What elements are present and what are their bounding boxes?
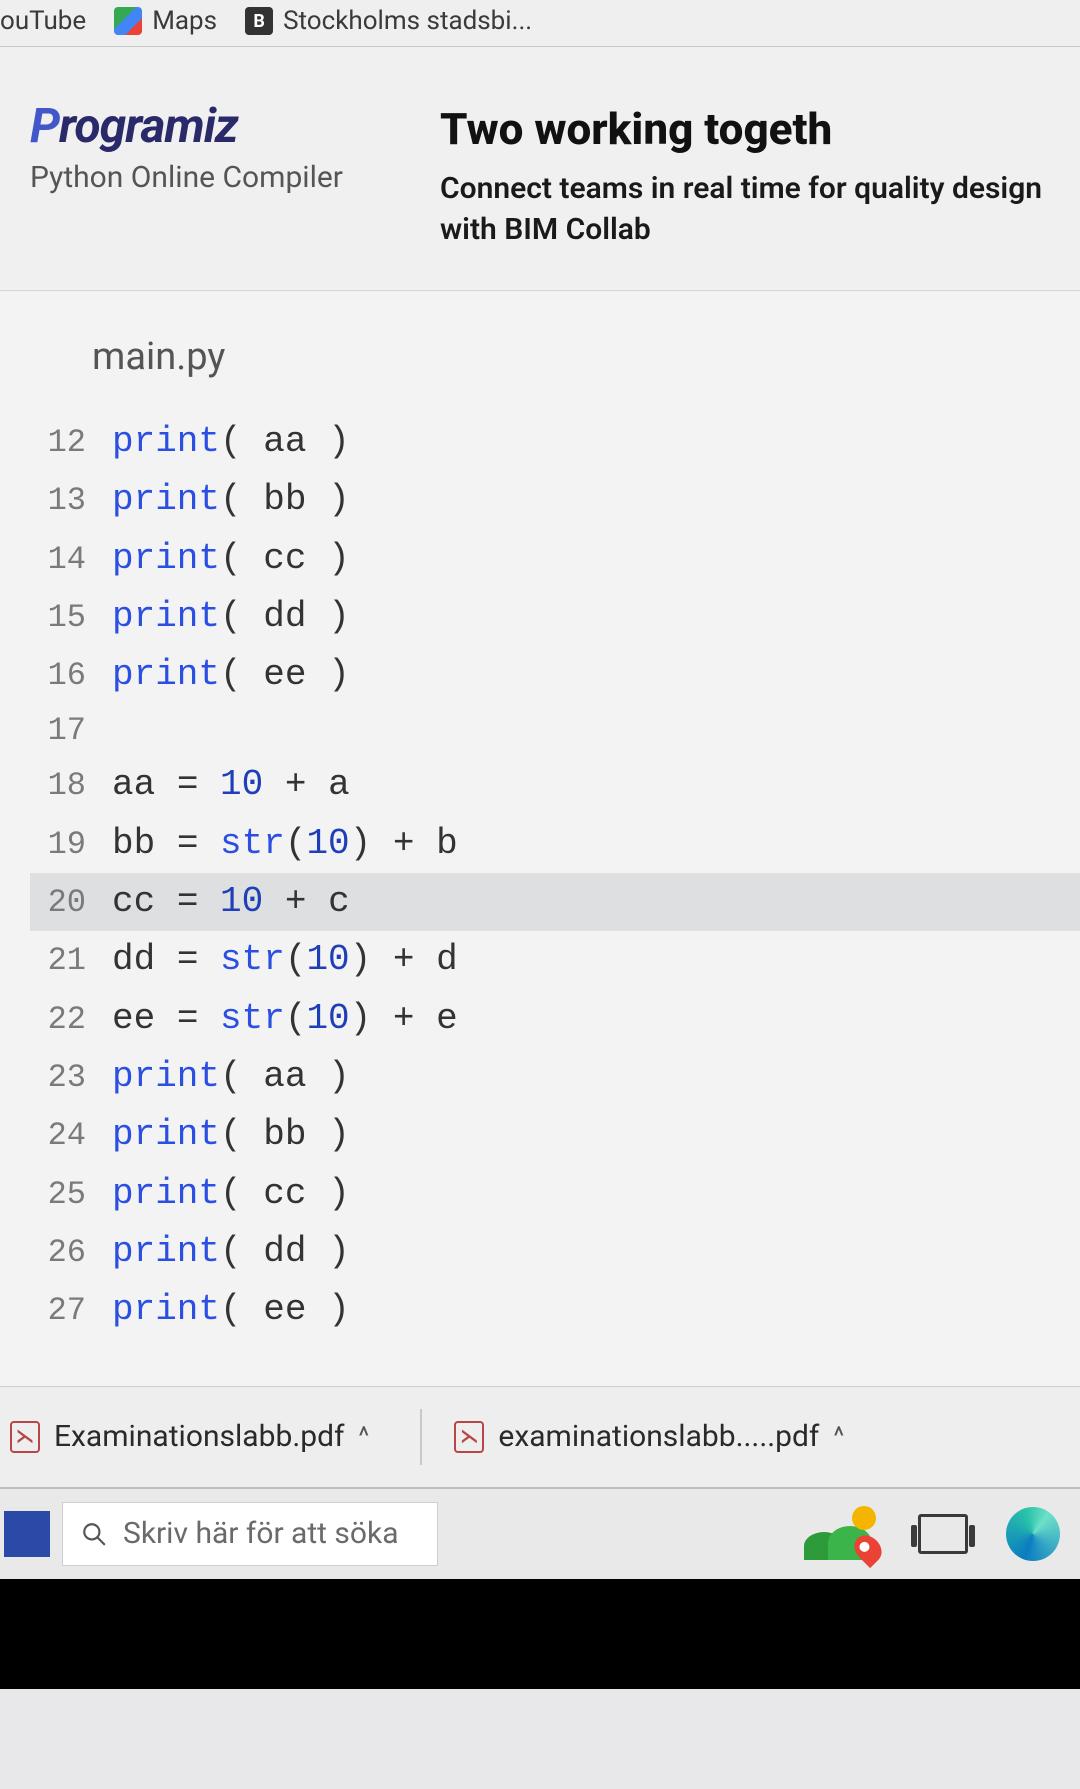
- chevron-up-icon[interactable]: ^: [358, 1422, 388, 1452]
- code-line[interactable]: 18aa = 10 + a: [30, 756, 1080, 814]
- start-button[interactable]: [4, 1511, 50, 1557]
- download-item[interactable]: ⋋ examinationslabb.....pdf ^: [454, 1419, 863, 1454]
- ad-body: Connect teams in real time for quality d…: [440, 169, 1080, 250]
- downloads-bar: ⋋ Examinationslabb.pdf ^ ⋋ examinationsl…: [0, 1386, 1080, 1487]
- code-content: aa = 10 + a: [112, 756, 350, 814]
- maps-icon: [114, 7, 142, 35]
- taskbar-search[interactable]: Skriv här för att söka: [62, 1502, 438, 1566]
- code-line[interactable]: 25print( cc ): [30, 1165, 1080, 1223]
- code-content: bb = str(10) + b: [112, 815, 458, 873]
- code-content: dd = str(10) + d: [112, 931, 458, 989]
- line-number: 24: [34, 1110, 112, 1162]
- code-content: print( cc ): [112, 1165, 350, 1223]
- pdf-icon: ⋋: [454, 1421, 484, 1453]
- bookmark-label: Maps: [152, 6, 217, 36]
- line-number: 22: [34, 994, 112, 1046]
- code-content: print( cc ): [112, 530, 350, 588]
- code-line[interactable]: 13print( bb ): [30, 471, 1080, 529]
- divider: [420, 1409, 422, 1465]
- brand-logo-rest: rogramiz: [59, 97, 238, 154]
- line-number: 14: [34, 534, 112, 586]
- brand-subtitle: Python Online Compiler: [30, 160, 440, 195]
- code-content: print( aa ): [112, 1048, 350, 1106]
- brand-logo-p: P: [30, 97, 59, 154]
- code-content: cc = 10 + c: [112, 873, 350, 931]
- code-content: print( ee ): [112, 646, 350, 704]
- code-content: ee = str(10) + e: [112, 990, 458, 1048]
- code-line[interactable]: 22ee = str(10) + e: [30, 990, 1080, 1048]
- code-line[interactable]: 14print( cc ): [30, 530, 1080, 588]
- code-content: print( aa ): [112, 413, 350, 471]
- code-content: print( ee ): [112, 1281, 350, 1339]
- library-icon: B: [245, 7, 273, 35]
- line-number: 17: [34, 705, 112, 757]
- edge-browser-icon[interactable]: [1006, 1507, 1060, 1561]
- code-content: print( bb ): [112, 471, 350, 529]
- advertisement[interactable]: Two working togeth Connect teams in real…: [440, 97, 1080, 250]
- code-content: print( dd ): [112, 1223, 350, 1281]
- line-number: 13: [34, 475, 112, 527]
- brand-logo[interactable]: Programiz: [30, 97, 440, 154]
- bookmark-youtube[interactable]: ouTube: [0, 6, 86, 36]
- bookmarks-bar: ouTube Maps B Stockholms stadsbi...: [0, 0, 1080, 47]
- line-number: 16: [34, 650, 112, 702]
- download-item[interactable]: ⋋ Examinationslabb.pdf ^: [10, 1419, 388, 1454]
- code-line[interactable]: 20cc = 10 + c: [30, 873, 1080, 931]
- line-number: 25: [34, 1169, 112, 1221]
- code-line[interactable]: 17: [30, 705, 1080, 757]
- editor-filename: main.py: [30, 331, 1080, 413]
- code-editor[interactable]: main.py 12print( aa )13print( bb )14prin…: [0, 291, 1080, 1386]
- pdf-icon: ⋋: [10, 1421, 40, 1453]
- line-number: 19: [34, 819, 112, 871]
- page-header: Programiz Python Online Compiler Two wor…: [0, 47, 1080, 291]
- weather-widget[interactable]: [800, 1506, 888, 1562]
- line-number: 23: [34, 1052, 112, 1104]
- code-line[interactable]: 15print( dd ): [30, 588, 1080, 646]
- search-placeholder: Skriv här för att söka: [123, 1516, 399, 1551]
- code-content: print( bb ): [112, 1106, 350, 1164]
- line-number: 21: [34, 935, 112, 987]
- download-filename: examinationslabb.....pdf: [498, 1419, 819, 1454]
- line-number: 12: [34, 417, 112, 469]
- code-line[interactable]: 16print( ee ): [30, 646, 1080, 704]
- line-number: 18: [34, 760, 112, 812]
- search-icon: [81, 1521, 107, 1547]
- code-line[interactable]: 27print( ee ): [30, 1281, 1080, 1339]
- line-number: 20: [34, 877, 112, 929]
- line-number: 27: [34, 1285, 112, 1337]
- bookmark-maps[interactable]: Maps: [114, 6, 217, 36]
- taskbar: Skriv här för att söka: [0, 1487, 1080, 1579]
- code-line[interactable]: 24print( bb ): [30, 1106, 1080, 1164]
- bookmark-label: Stockholms stadsbi...: [283, 6, 532, 36]
- code-line[interactable]: 21dd = str(10) + d: [30, 931, 1080, 989]
- bookmark-stockholms[interactable]: B Stockholms stadsbi...: [245, 6, 532, 36]
- line-number: 15: [34, 592, 112, 644]
- chevron-up-icon[interactable]: ^: [833, 1422, 863, 1452]
- bookmark-label: ouTube: [0, 6, 86, 36]
- task-view-button[interactable]: [918, 1514, 968, 1554]
- code-content: print( dd ): [112, 588, 350, 646]
- code-line[interactable]: 23print( aa ): [30, 1048, 1080, 1106]
- code-line[interactable]: 26print( dd ): [30, 1223, 1080, 1281]
- download-filename: Examinationslabb.pdf: [54, 1419, 344, 1454]
- code-line[interactable]: 12print( aa ): [30, 413, 1080, 471]
- screen-bezel: [0, 1579, 1080, 1689]
- ad-title: Two working togeth: [440, 103, 1080, 155]
- line-number: 26: [34, 1227, 112, 1279]
- code-line[interactable]: 19bb = str(10) + b: [30, 815, 1080, 873]
- code-area[interactable]: 12print( aa )13print( bb )14print( cc )1…: [30, 413, 1080, 1340]
